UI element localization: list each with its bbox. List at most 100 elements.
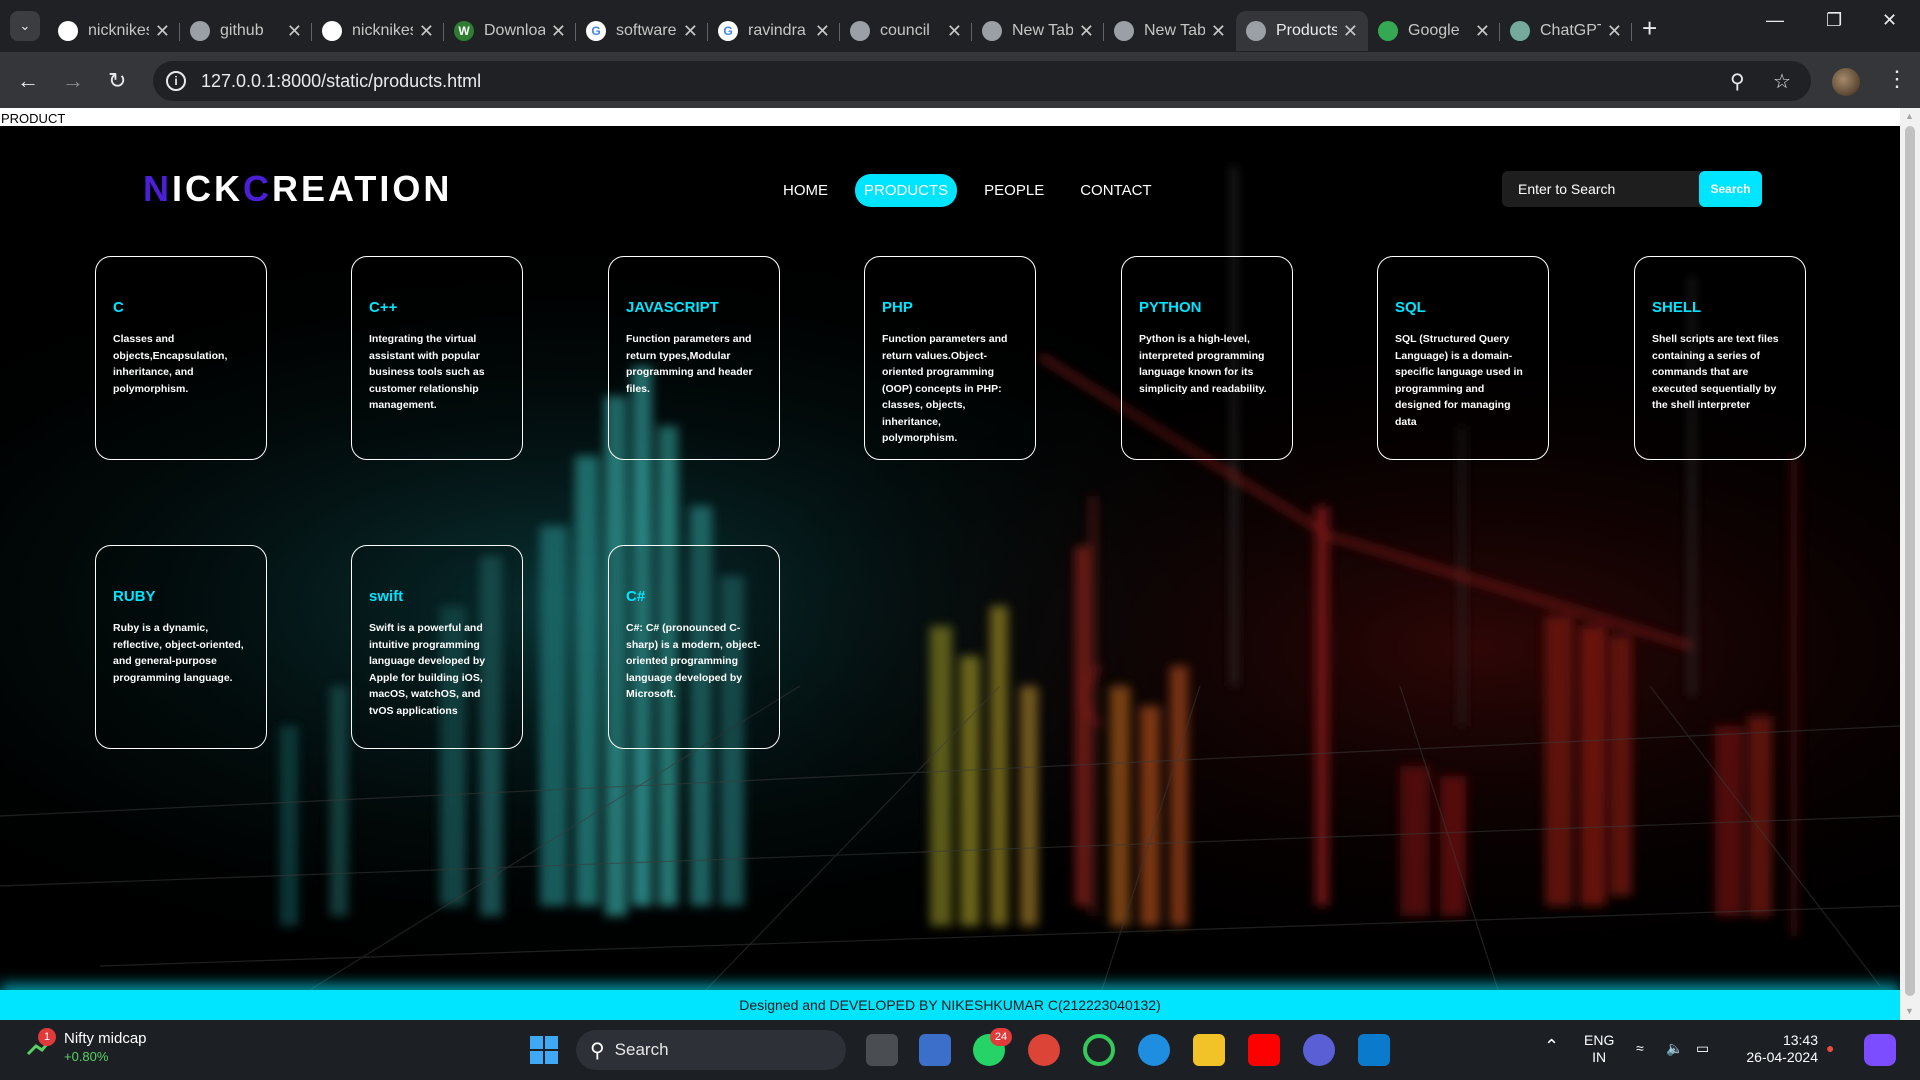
tab-close-icon[interactable]: ✕	[1343, 21, 1358, 42]
card-title: RUBY	[113, 588, 156, 605]
scroll-thumb[interactable]	[1905, 126, 1915, 996]
tab-close-icon[interactable]: ✕	[1607, 21, 1622, 42]
sync-app-icon[interactable]	[1083, 1034, 1115, 1066]
chrome-icon[interactable]	[1028, 1034, 1060, 1066]
tab-close-icon[interactable]: ✕	[1475, 21, 1490, 42]
logo-letters-ck: CK	[185, 168, 244, 209]
file-explorer-icon[interactable]	[1193, 1034, 1225, 1066]
site-logo[interactable]: NICKCREATION	[143, 168, 452, 210]
site-search: Search	[1502, 171, 1762, 207]
search-icon: ⚲	[590, 1039, 605, 1062]
taskbar-search[interactable]: ⚲ Search	[576, 1030, 846, 1070]
youtube-icon[interactable]	[1248, 1034, 1280, 1066]
card-title: JAVASCRIPT	[626, 299, 719, 316]
nav-products[interactable]: PRODUCTS	[855, 174, 958, 207]
browser-tab[interactable]: New Tab ✕	[1104, 11, 1236, 51]
card-title: C#	[626, 588, 646, 605]
browser-tab[interactable]: New Tab ✕	[972, 11, 1104, 51]
product-card-c[interactable]: C Classes and objects,Encapsulation, inh…	[95, 256, 267, 460]
tab-search-chevron-icon[interactable]: ⌄	[10, 11, 40, 41]
card-description: Function parameters and return values.Ob…	[882, 333, 1008, 444]
browser-tab[interactable]: Gravindra ✕	[708, 11, 840, 51]
clock-time: 13:43	[1782, 1032, 1818, 1048]
microsoft-store-icon[interactable]	[919, 1034, 951, 1066]
reload-icon[interactable]: ↻	[108, 68, 126, 94]
zoom-icon[interactable]: ⚲	[1730, 69, 1745, 94]
url-text[interactable]: 127.0.0.1:8000/static/products.html	[201, 71, 481, 92]
card-title: C++	[369, 299, 398, 316]
tab-close-icon[interactable]: ✕	[1211, 21, 1226, 42]
product-card-php[interactable]: PHP Function parameters and return value…	[864, 256, 1036, 460]
copilot-icon[interactable]	[1864, 1034, 1896, 1066]
product-card-ruby[interactable]: RUBY Ruby is a dynamic, reflective, obje…	[95, 545, 267, 749]
tab-title: Products	[1276, 22, 1337, 39]
tab-close-icon[interactable]: ✕	[419, 21, 434, 42]
tab-title: nicknikes	[88, 22, 149, 39]
volume-mute-icon[interactable]: 🔈	[1666, 1040, 1683, 1057]
browser-tab[interactable]: W Download ✕	[444, 11, 576, 51]
windows-start-icon[interactable]	[528, 1034, 560, 1066]
tab-close-icon[interactable]: ✕	[947, 21, 962, 42]
close-window-icon[interactable]: ✕	[1882, 10, 1897, 31]
product-card-cpp[interactable]: C++ Integrating the virtual assistant wi…	[351, 256, 523, 460]
wifi-icon[interactable]: ≈	[1636, 1040, 1644, 1057]
browser-tab[interactable]: nicknikes ✕	[312, 11, 444, 51]
tab-close-icon[interactable]: ✕	[551, 21, 566, 42]
nav-home[interactable]: HOME	[774, 174, 837, 207]
address-bar[interactable]: i 127.0.0.1:8000/static/products.html ⚲ …	[153, 61, 1811, 101]
profile-avatar[interactable]	[1832, 68, 1860, 96]
browser-tab[interactable]: council ✕	[840, 11, 972, 51]
logo-letter-n: N	[143, 168, 172, 209]
product-card-csharp[interactable]: C# C#: C# (pronounced C-sharp) is a mode…	[608, 545, 780, 749]
restore-icon[interactable]: ❐	[1826, 10, 1842, 31]
menu-kebab-icon[interactable]: ⋮	[1886, 66, 1908, 92]
tab-close-icon[interactable]: ✕	[1079, 21, 1094, 42]
notification-bell-icon[interactable]: ●	[1826, 1040, 1834, 1057]
bookmark-star-icon[interactable]: ☆	[1773, 69, 1791, 94]
product-card-swift[interactable]: swift Swift is a powerful and intuitive …	[351, 545, 523, 749]
tab-close-icon[interactable]: ✕	[815, 21, 830, 42]
battery-icon[interactable]: ▭	[1696, 1040, 1709, 1057]
show-hidden-icons-chevron[interactable]: ⌃	[1544, 1037, 1559, 1055]
edge-icon[interactable]	[1138, 1034, 1170, 1066]
minimize-icon[interactable]: —	[1766, 10, 1784, 31]
back-icon[interactable]: ←	[17, 68, 39, 94]
page-viewport: PRODUCT NICKCREATION HOME PRODUCTS PEOPL…	[0, 108, 1920, 1020]
nav-people[interactable]: PEOPLE	[975, 174, 1053, 207]
tab-close-icon[interactable]: ✕	[287, 21, 302, 42]
browser-tab[interactable]: ChatGPT ✕	[1500, 11, 1632, 51]
forward-icon[interactable]: →	[62, 68, 84, 94]
page-scrollbar[interactable]: ▲ ▼	[1900, 108, 1920, 1020]
browser-tab[interactable]: nicknikes ✕	[48, 11, 180, 51]
product-card-javascript[interactable]: JAVASCRIPT Function parameters and retur…	[608, 256, 780, 460]
scroll-up-icon[interactable]: ▲	[1905, 111, 1914, 121]
new-tab-button[interactable]: +	[1642, 13, 1657, 44]
nav-contact[interactable]: CONTACT	[1071, 174, 1160, 207]
browser-tab[interactable]: Gsoftware ✕	[576, 11, 708, 51]
arc-app-icon[interactable]	[1303, 1034, 1335, 1066]
card-description: Swift is a powerful and intuitive progra…	[369, 622, 486, 717]
tab-close-icon[interactable]: ✕	[683, 21, 698, 42]
language-code: ENG	[1584, 1032, 1615, 1048]
clock[interactable]: 13:43 26-04-2024	[1738, 1032, 1818, 1066]
stock-chart-icon: 1	[26, 1028, 56, 1060]
product-card-python[interactable]: PYTHON Python is a high-level, interpret…	[1121, 256, 1293, 460]
search-input[interactable]	[1502, 171, 1699, 207]
browser-tab[interactable]: github ✕	[180, 11, 312, 51]
product-card-shell[interactable]: SHELL Shell scripts are text files conta…	[1634, 256, 1806, 460]
tab-close-icon[interactable]: ✕	[155, 21, 170, 42]
site-info-icon[interactable]: i	[166, 71, 186, 91]
stock-widget[interactable]: 1 Nifty midcap +0.80%	[26, 1028, 147, 1064]
scroll-down-icon[interactable]: ▼	[1905, 1006, 1914, 1016]
globe-icon	[190, 21, 210, 41]
task-view-icon[interactable]	[866, 1034, 898, 1066]
search-button[interactable]: Search	[1699, 171, 1762, 207]
vscode-icon[interactable]	[1358, 1034, 1390, 1066]
product-card-sql[interactable]: SQL SQL (Structured Query Language) is a…	[1377, 256, 1549, 460]
globe-icon	[1246, 21, 1266, 41]
card-description: Python is a high-level, interpreted prog…	[1139, 333, 1267, 395]
language-indicator[interactable]: ENG IN	[1584, 1032, 1614, 1066]
browser-tab[interactable]: Products ✕	[1236, 11, 1368, 51]
card-title: C	[113, 299, 124, 316]
browser-tab[interactable]: Google ✕	[1368, 11, 1500, 51]
